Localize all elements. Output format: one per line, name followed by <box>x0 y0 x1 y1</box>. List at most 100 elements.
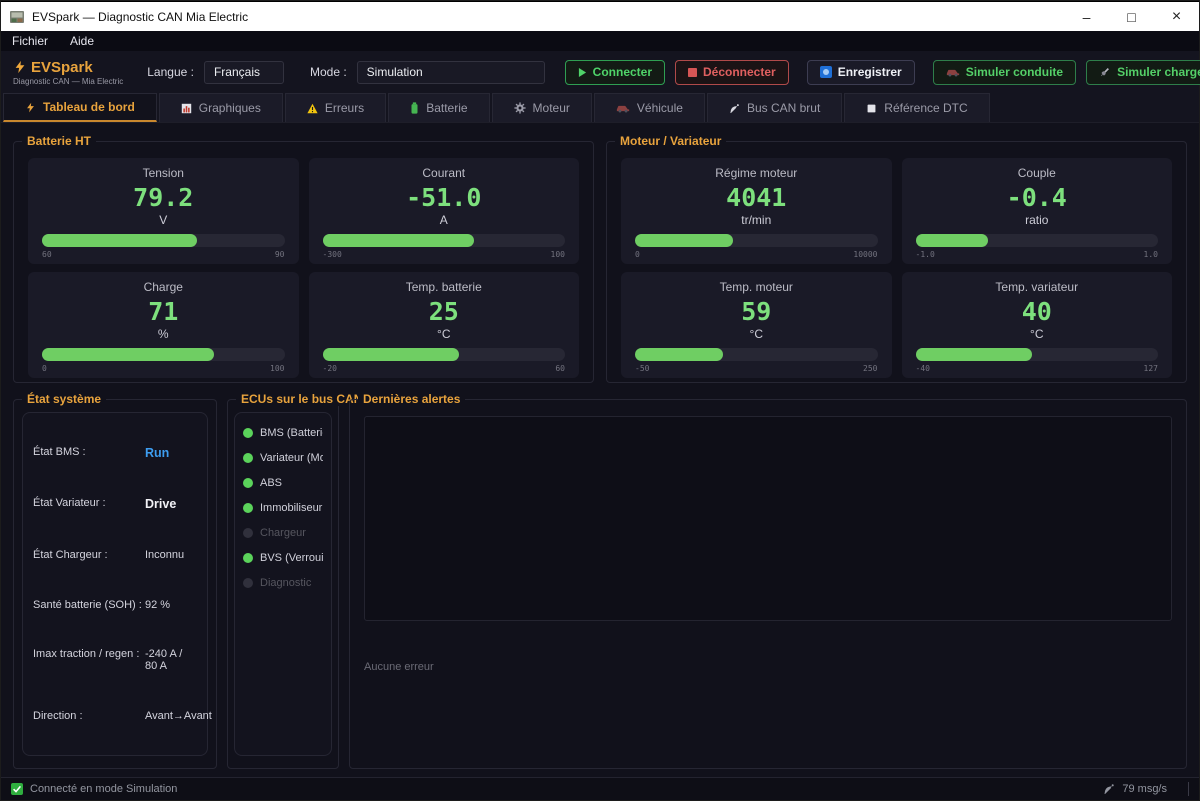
tab-bus-can-brut[interactable]: Bus CAN brut <box>707 93 842 122</box>
disconnect-label: Déconnecter <box>703 65 776 79</box>
gauge-bar-fill <box>916 234 989 247</box>
tab-label: Tableau de bord <box>43 100 135 114</box>
ecu-item: BMS (Batterie) <box>243 427 323 439</box>
chart-icon <box>181 103 192 114</box>
gauge-min: 60 <box>42 250 52 259</box>
lightning-icon <box>13 60 27 74</box>
ecu-label: ABS <box>260 477 282 489</box>
system-state-title: État système <box>22 392 106 406</box>
gauge-unit: °C <box>635 327 878 341</box>
menu-fichier[interactable]: Fichier <box>12 34 48 48</box>
battery-panel: Batterie HT Tension 79.2 V 6090 Courant … <box>13 141 594 383</box>
ecu-item: Diagnostic <box>243 577 323 589</box>
tab-erreurs[interactable]: Erreurs <box>285 93 386 122</box>
alerts-panel-title: Dernières alertes <box>358 392 465 406</box>
alerts-empty-text: Aucune erreur <box>364 661 1172 673</box>
tab-moteur[interactable]: Moteur <box>492 93 592 122</box>
gauge-temp-moteur: Temp. moteur 59 °C -50250 <box>621 272 892 378</box>
gauge-charge: Charge 71 % 0100 <box>28 272 299 378</box>
titlebar: EVSpark — Diagnostic CAN Mia Electric – … <box>1 1 1199 31</box>
tabbar: Tableau de bord Graphiques Erreurs Batte… <box>1 93 1199 123</box>
mode-value: Simulation <box>367 65 423 79</box>
gauge-label: Courant <box>323 166 566 180</box>
gauge-value: -51.0 <box>323 183 566 212</box>
gauge-bar-fill <box>916 348 1032 361</box>
tab-tableau-de-bord[interactable]: Tableau de bord <box>3 93 157 122</box>
ecus-list: BMS (Batterie) Variateur (Mot ABS Immobi… <box>234 412 332 756</box>
tab-vehicule[interactable]: Véhicule <box>594 93 705 122</box>
gauge-unit: tr/min <box>635 213 878 227</box>
close-button[interactable]: × <box>1154 2 1199 32</box>
gauge-unit: °C <box>916 327 1159 341</box>
record-icon <box>820 66 832 78</box>
satellite-icon <box>1103 783 1115 795</box>
app-logo: EVSpark Diagnostic CAN — Mia Electric <box>13 59 123 86</box>
gauge-bar <box>635 234 878 247</box>
plug-icon <box>1099 66 1111 78</box>
gauge-bar <box>916 234 1159 247</box>
gauge-value: 59 <box>635 297 878 326</box>
battery-icon <box>410 102 419 114</box>
system-state-card: État BMS : Run État Variateur : Drive Ét… <box>22 412 208 756</box>
system-row-value: Inconnu <box>145 549 184 561</box>
simulate-drive-label: Simuler conduite <box>966 65 1063 79</box>
maximize-button[interactable]: □ <box>1109 2 1154 32</box>
mode-select[interactable]: Simulation <box>357 61 545 84</box>
menu-aide[interactable]: Aide <box>70 34 94 48</box>
system-row-label: État Chargeur : <box>33 549 145 561</box>
gauge-label: Temp. variateur <box>916 280 1159 294</box>
gauge-bar-fill <box>323 234 474 247</box>
system-row-chargeur: État Chargeur : Inconnu <box>33 549 197 561</box>
record-button[interactable]: Enregistrer <box>807 60 915 85</box>
system-row-value: 92 % <box>145 599 170 611</box>
dashboard-content: Batterie HT Tension 79.2 V 6090 Courant … <box>1 123 1199 777</box>
language-select[interactable]: Français <box>204 61 284 84</box>
statusbar: Connecté en mode Simulation 79 msg/s <box>1 777 1199 800</box>
gauge-label: Régime moteur <box>635 166 878 180</box>
minimize-button[interactable]: – <box>1064 2 1109 32</box>
gauge-max: 90 <box>275 250 285 259</box>
ecu-label: Diagnostic <box>260 577 311 589</box>
language-value: Français <box>214 65 260 79</box>
ecu-status-dot <box>243 553 253 563</box>
gauge-value: 40 <box>916 297 1159 326</box>
gauge-max: 10000 <box>853 250 877 259</box>
tab-label: Erreurs <box>325 101 364 115</box>
system-row-label: État Variateur : <box>33 497 145 511</box>
ecu-label: BVS (Verrouilla <box>260 552 323 564</box>
header: EVSpark Diagnostic CAN — Mia Electric La… <box>1 51 1199 93</box>
system-row-variateur: État Variateur : Drive <box>33 497 197 511</box>
lightning-icon <box>25 102 36 113</box>
gauge-label: Tension <box>42 166 285 180</box>
tab-label: Graphiques <box>199 101 261 115</box>
system-row-value: Drive <box>145 497 176 511</box>
gauge-label: Temp. batterie <box>323 280 566 294</box>
gauge-max: 100 <box>270 364 284 373</box>
ecu-item: Immobiliseur <box>243 502 323 514</box>
gauge-bar <box>42 348 285 361</box>
gauge-bar <box>323 348 566 361</box>
tab-batterie[interactable]: Batterie <box>388 93 489 122</box>
language-label: Langue : <box>147 65 194 79</box>
tab-graphiques[interactable]: Graphiques <box>159 93 283 122</box>
ecu-status-dot <box>243 503 253 513</box>
gauge-temp-variateur: Temp. variateur 40 °C -40127 <box>902 272 1173 378</box>
motor-panel-title: Moteur / Variateur <box>615 134 726 148</box>
simulate-charge-button[interactable]: Simuler charge <box>1086 60 1200 85</box>
alerts-list[interactable] <box>364 416 1172 621</box>
gauge-unit: ratio <box>916 213 1159 227</box>
ecus-panel-title: ECUs sur le bus CAN <box>236 392 367 406</box>
gauge-value: 71 <box>42 297 285 326</box>
gear-icon <box>514 102 526 114</box>
gauge-max: 60 <box>555 364 565 373</box>
system-state-panel: État système État BMS : Run État Variate… <box>13 399 217 769</box>
connect-button[interactable]: Connecter <box>565 60 665 85</box>
resize-grip[interactable] <box>1188 782 1189 796</box>
gauge-value: 25 <box>323 297 566 326</box>
tab-reference-dtc[interactable]: Référence DTC <box>844 93 989 122</box>
disconnect-button[interactable]: Déconnecter <box>675 60 789 85</box>
simulate-drive-button[interactable]: Simuler conduite <box>933 60 1076 85</box>
system-row-soh: Santé batterie (SOH) : 92 % <box>33 599 197 611</box>
gauge-min: -20 <box>323 364 337 373</box>
gauge-bar-fill <box>42 348 214 361</box>
